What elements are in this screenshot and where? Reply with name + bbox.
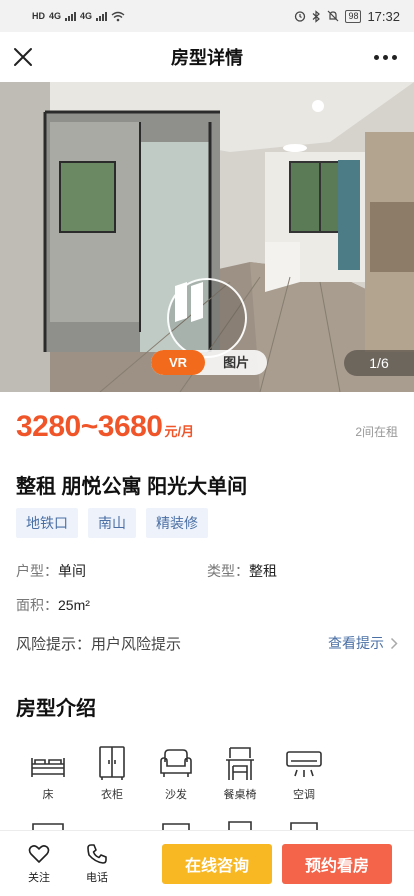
follow-button[interactable]: 关注 — [10, 843, 68, 885]
status-time: 17:32 — [367, 8, 400, 24]
tab-vr[interactable]: VR — [151, 350, 206, 375]
bed-icon — [31, 758, 65, 777]
tab-photos[interactable]: 图片 — [205, 350, 267, 375]
info-grid: 户型：单间 类型：整租 面积：25m² — [16, 554, 398, 622]
view-risk-link[interactable]: 查看提示 — [328, 633, 398, 653]
status-right: 98 17:32 — [294, 9, 400, 24]
tag-item: 地铁口 — [16, 508, 78, 538]
dining-table-icon — [226, 747, 254, 780]
facility-item: 空调 — [272, 744, 336, 802]
price-unit: 元/月 — [164, 424, 195, 439]
facility-label: 衣柜 — [101, 789, 123, 801]
facility-item: 沙发 — [144, 744, 208, 802]
alarm-icon — [295, 11, 306, 22]
photo-counter: 1/6 — [344, 350, 414, 376]
price-row: 3280~3680 元/月 2间在租 — [16, 410, 398, 446]
follow-label: 关注 — [28, 871, 50, 884]
facility-label: 床 — [42, 789, 54, 801]
facility-list: 床 衣柜 沙发 餐桌椅 空调 — [16, 744, 336, 802]
info-value: 整租 — [249, 563, 277, 579]
info-row: 户型：单间 类型：整租 — [16, 554, 398, 588]
info-key: 面积： — [16, 597, 58, 613]
page-title: 房型详情 — [171, 48, 243, 68]
info-cell-layout: 户型：单间 — [16, 561, 207, 581]
network-badge-2: 4G — [80, 11, 93, 21]
view-risk-label: 查看提示 — [328, 635, 384, 651]
facility-item: 床 — [16, 744, 80, 802]
tag-item: 南山 — [88, 508, 136, 538]
book-viewing-button[interactable]: 预约看房 — [282, 843, 392, 884]
facility-label: 餐桌椅 — [223, 789, 257, 801]
facility-label: 沙发 — [165, 789, 187, 801]
section-title: 房型介绍 — [16, 698, 96, 720]
signal-icon — [65, 11, 77, 21]
info-key: 类型： — [207, 563, 249, 579]
signal-icon-2 — [96, 11, 108, 21]
phone-button[interactable]: 电话 — [68, 843, 126, 885]
sofa-icon — [160, 749, 192, 777]
close-icon[interactable] — [10, 44, 36, 70]
info-value: 25m² — [58, 597, 90, 613]
battery-icon: 98 — [345, 9, 362, 23]
mute-icon — [328, 10, 339, 22]
facility-item: 衣柜 — [80, 744, 144, 802]
wifi-icon — [111, 11, 125, 21]
facility-label: 空调 — [293, 789, 315, 801]
phone-label: 电话 — [86, 871, 108, 884]
facility-item: 餐桌椅 — [208, 744, 272, 802]
price-block: 3280~3680 元/月 — [16, 410, 194, 444]
info-key: 户型： — [16, 563, 58, 579]
more-icon[interactable] — [372, 44, 398, 70]
media-tabs: VR 图片 — [151, 350, 268, 375]
info-row: 面积：25m² — [16, 588, 398, 622]
room-photo[interactable] — [0, 82, 414, 392]
vr-play-icon[interactable] — [167, 278, 247, 358]
phone-icon — [87, 843, 107, 864]
info-cell-area: 面积：25m² — [16, 595, 207, 615]
online-consult-button[interactable]: 在线咨询 — [162, 843, 272, 884]
risk-row: 风险提示：用户风险提示 查看提示 — [16, 628, 398, 658]
bluetooth-icon — [313, 9, 321, 23]
hd-badge: HD — [32, 11, 45, 21]
rent-status: 2间在租 — [355, 425, 398, 439]
info-cell-type: 类型：整租 — [207, 561, 398, 581]
status-bar: HD 4G 4G 98 17:32 — [0, 0, 414, 32]
nav-bar: 房型详情 — [0, 32, 414, 82]
bottom-bar: 关注 电话 在线咨询 预约看房 — [0, 830, 414, 896]
info-value: 单间 — [58, 563, 86, 579]
tag-list: 地铁口 南山 精装修 — [16, 508, 208, 538]
status-left: HD 4G 4G — [32, 11, 125, 22]
network-badge: 4G — [49, 11, 62, 21]
air-conditioner-icon — [286, 751, 322, 777]
wardrobe-icon — [99, 746, 125, 780]
price-range: 3280~3680 — [16, 410, 163, 443]
chevron-right-icon — [390, 637, 398, 649]
heart-icon — [28, 844, 50, 863]
tag-item: 精装修 — [146, 508, 208, 538]
listing-title: 整租 朋悦公寓 阳光大单间 — [16, 476, 248, 498]
risk-label: 风险提示：用户风险提示 — [16, 635, 182, 653]
